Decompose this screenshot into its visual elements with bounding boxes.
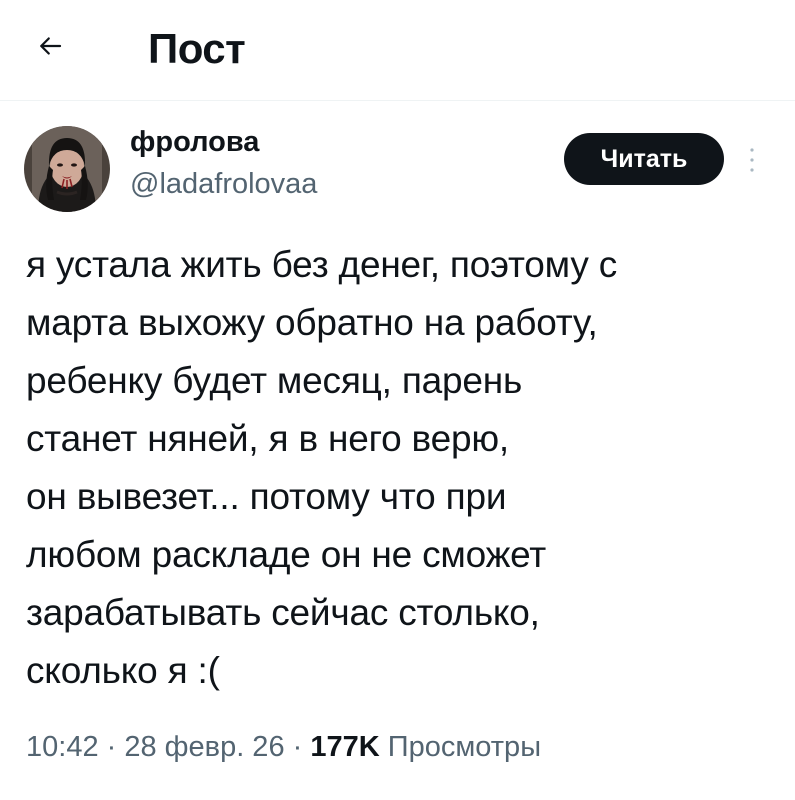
page-header: Пост <box>0 0 795 101</box>
views-count: 177K <box>310 731 380 763</box>
tweet-meta: 10:42 · 28 февр. 26 · 177K Просмотры <box>26 727 541 767</box>
avatar[interactable] <box>24 126 110 212</box>
more-button[interactable] <box>740 140 764 180</box>
tweet-text: я устала жить без денег, поэтому с марта… <box>26 244 617 691</box>
follow-button[interactable]: Читать <box>564 133 724 185</box>
views-label: Просмотры <box>387 731 542 763</box>
page-title: Пост <box>148 25 246 72</box>
arrow-left-icon <box>40 37 62 55</box>
meta-separator: · <box>98 731 125 763</box>
author-handle[interactable]: @ladafrolovaa <box>130 166 317 202</box>
meta-separator: · <box>284 731 311 763</box>
author-display-name[interactable]: фролова <box>130 124 259 160</box>
tweet-date[interactable]: 28 февр. 26 <box>124 731 284 763</box>
more-vertical-icon <box>750 148 754 172</box>
tweet-time[interactable]: 10:42 <box>26 731 99 763</box>
back-button[interactable] <box>28 24 72 68</box>
